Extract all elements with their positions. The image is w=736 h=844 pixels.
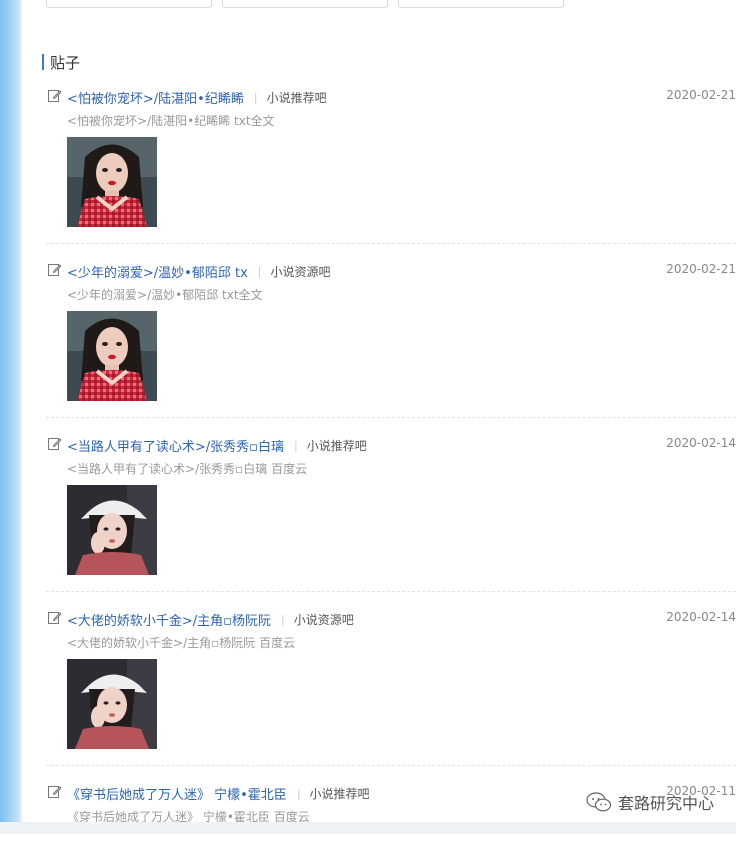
post-item: <当路人甲有了读心术>/张秀秀▫白璃 | 小说推荐吧 2020-02-14 <当…: [46, 436, 736, 592]
post-thumbnail[interactable]: [67, 137, 157, 227]
title-separator: |: [293, 438, 298, 452]
title-separator: |: [296, 786, 301, 800]
top-tab-2[interactable]: [222, 0, 388, 8]
post-forum-link[interactable]: 小说资源吧: [294, 611, 354, 628]
post-title-line: <大佬的娇软小千金>/主角▫杨阮阮 | 小说资源吧: [67, 610, 354, 629]
post-item: <大佬的娇软小千金>/主角▫杨阮阮 | 小说资源吧 2020-02-14 <大佬…: [46, 610, 736, 766]
section-title: 贴子: [42, 52, 80, 72]
post-date: 2020-02-14: [666, 610, 736, 624]
post-snippet: <当路人甲有了读心术>/张秀秀▫白璃 百度云: [67, 462, 308, 476]
edit-icon: [48, 612, 61, 624]
post-snippet: <大佬的娇软小千金>/主角▫杨阮阮 百度云: [67, 636, 296, 650]
title-separator: |: [253, 90, 258, 104]
girl-portrait-image: [67, 137, 157, 227]
bottom-strip: [0, 822, 736, 834]
post-snippet: <怕被你宠坏>/陆湛阳•纪睎睎 txt全文: [67, 114, 275, 128]
post-title-link[interactable]: <怕被你宠坏>/陆湛阳•纪睎睎: [67, 88, 244, 107]
girl-portrait-image: [67, 311, 157, 401]
post-title-line: <少年的溺爱>/温妙•郁陌邱 tx | 小说资源吧: [67, 262, 331, 281]
post-title-line: <怕被你宠坏>/陆湛阳•纪睎睎 | 小说推荐吧: [67, 88, 327, 107]
section-title-bar: [42, 54, 44, 70]
wechat-icon: [586, 792, 612, 812]
top-tab-1[interactable]: [46, 0, 212, 8]
post-title-link[interactable]: <少年的溺爱>/温妙•郁陌邱 tx: [67, 262, 248, 281]
title-separator: |: [280, 612, 285, 626]
post-item: <怕被你宠坏>/陆湛阳•纪睎睎 | 小说推荐吧 2020-02-21 <怕被你宠…: [46, 88, 736, 244]
post-title-line: 《穿书后她成了万人迷》 宁檬•霍北臣 | 小说推荐吧: [67, 784, 370, 803]
left-rail: [0, 0, 20, 834]
girl-portrait-image: [67, 485, 157, 575]
post-forum-link[interactable]: 小说推荐吧: [267, 89, 327, 106]
post-title-link[interactable]: <当路人甲有了读心术>/张秀秀▫白璃: [67, 436, 284, 455]
post-title-link[interactable]: <大佬的娇软小千金>/主角▫杨阮阮: [67, 610, 271, 629]
post-title-line: <当路人甲有了读心术>/张秀秀▫白璃 | 小说推荐吧: [67, 436, 367, 455]
girl-portrait-image: [67, 659, 157, 749]
edit-icon: [48, 786, 61, 798]
post-forum-link[interactable]: 小说推荐吧: [307, 437, 367, 454]
left-rail-edge: [20, 0, 22, 834]
watermark: 套路研究中心: [586, 790, 714, 814]
post-forum-link[interactable]: 小说推荐吧: [310, 785, 370, 802]
post-snippet: <少年的溺爱>/温妙•郁陌邱 txt全文: [67, 288, 263, 302]
edit-icon: [48, 90, 61, 102]
post-thumbnail[interactable]: [67, 485, 157, 575]
section-title-text: 贴子: [50, 53, 81, 72]
watermark-text: 套路研究中心: [617, 794, 714, 813]
post-thumbnail[interactable]: [67, 311, 157, 401]
top-tab-3[interactable]: [398, 0, 564, 8]
post-title-link[interactable]: 《穿书后她成了万人迷》 宁檬•霍北臣: [67, 784, 287, 803]
edit-icon: [48, 264, 61, 276]
post-forum-link[interactable]: 小说资源吧: [270, 263, 330, 280]
post-date: 2020-02-21: [666, 262, 736, 276]
edit-icon: [48, 438, 61, 450]
post-date: 2020-02-14: [666, 436, 736, 450]
title-separator: |: [257, 264, 262, 278]
post-thumbnail[interactable]: [67, 659, 157, 749]
post-date: 2020-02-21: [666, 88, 736, 102]
post-item: <少年的溺爱>/温妙•郁陌邱 tx | 小说资源吧 2020-02-21 <少年…: [46, 262, 736, 418]
